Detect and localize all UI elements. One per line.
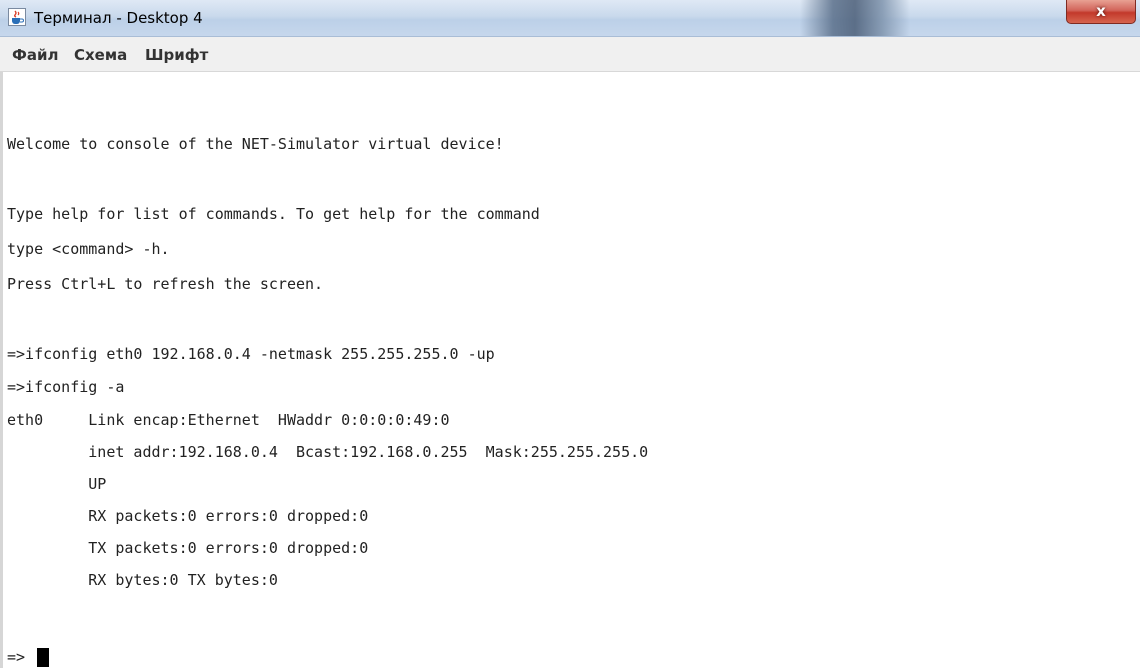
terminal-line: TX packets:0 errors:0 dropped:0 (7, 539, 369, 557)
title-bar-glass (800, 0, 910, 36)
menu-bar: Файл Схема Шрифт (0, 37, 1140, 72)
terminal-line: eth0 Link encap:Ethernet HWaddr 0:0:0:0:… (7, 411, 450, 429)
close-button[interactable]: x (1066, 0, 1136, 24)
close-icon: x (1096, 2, 1106, 20)
terminal-line: UP (7, 475, 107, 493)
java-cup-icon[interactable] (8, 8, 26, 26)
terminal-line: type <command> -h. (7, 240, 170, 258)
menu-item-font[interactable]: Шрифт (145, 46, 208, 64)
terminal-line: =>ifconfig eth0 192.168.0.4 -netmask 255… (7, 345, 495, 363)
terminal-line: =>ifconfig -a (7, 378, 125, 396)
terminal-window: Терминал - Desktop 4 x Файл Схема Шрифт … (0, 0, 1140, 668)
window-title: Терминал - Desktop 4 (34, 9, 203, 27)
terminal-line: inet addr:192.168.0.4 Bcast:192.168.0.25… (7, 443, 649, 461)
terminal-console[interactable]: Welcome to console of the NET-Simulator … (0, 72, 1140, 668)
terminal-line: Type help for list of commands. To get h… (7, 205, 540, 223)
menu-item-file[interactable]: Файл (12, 46, 59, 64)
menu-item-scheme[interactable]: Схема (74, 46, 127, 64)
terminal-line: RX bytes:0 TX bytes:0 (7, 571, 278, 589)
terminal-prompt: => (7, 648, 26, 666)
title-bar[interactable]: Терминал - Desktop 4 x (0, 0, 1140, 37)
terminal-line: RX packets:0 errors:0 dropped:0 (7, 507, 369, 525)
terminal-line: Press Ctrl+L to refresh the screen. (7, 275, 324, 293)
terminal-line: Welcome to console of the NET-Simulator … (7, 135, 504, 153)
terminal-left-gutter (0, 72, 3, 668)
terminal-cursor (37, 648, 49, 667)
